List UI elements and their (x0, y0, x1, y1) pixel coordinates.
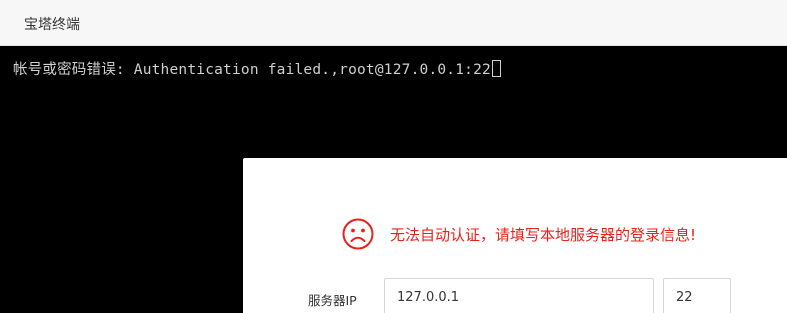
server-ip-input[interactable] (384, 278, 654, 313)
window-title: 宝塔终端 (24, 17, 80, 33)
terminal-output-text: 帐号或密码错误: Authentication failed.,root@127… (13, 62, 491, 78)
terminal-output-line: 帐号或密码错误: Authentication failed.,root@127… (13, 58, 501, 79)
login-dialog: 无法自动认证，请填写本地服务器的登录信息! 服务器IP (243, 158, 787, 313)
port-input[interactable] (663, 278, 731, 313)
auth-error-message: 无法自动认证，请填写本地服务器的登录信息! (342, 216, 696, 252)
sad-face-icon (342, 218, 374, 250)
server-ip-label: 服务器IP (308, 293, 357, 308)
title-bar: 宝塔终端 (0, 0, 787, 46)
terminal-cursor (491, 60, 501, 77)
terminal-window: 宝塔终端 帐号或密码错误: Authentication failed.,roo… (0, 0, 787, 313)
auth-error-text: 无法自动认证，请填写本地服务器的登录信息! (390, 225, 697, 244)
